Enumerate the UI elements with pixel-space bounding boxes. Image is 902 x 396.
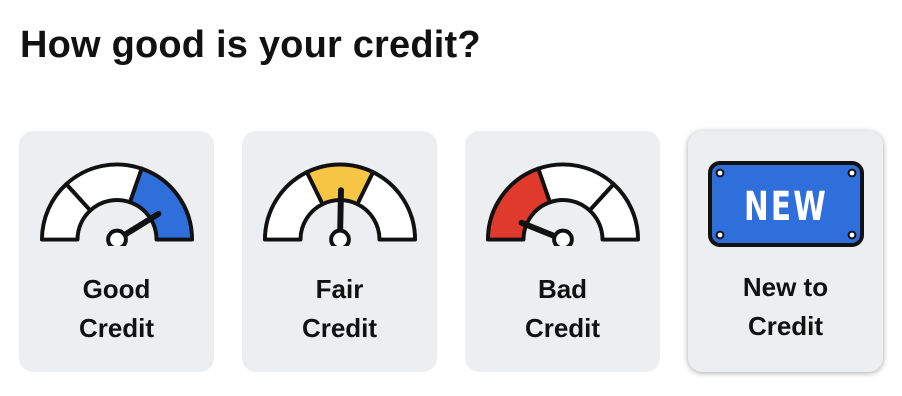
option-bad-credit[interactable]: Bad Credit [465, 131, 660, 372]
option-label-line1: Fair [315, 274, 364, 304]
option-label-line2: Credit [78, 313, 155, 343]
option-fair-credit[interactable]: Fair Credit [242, 131, 437, 372]
option-label-line1: Good [82, 274, 151, 304]
option-label-line1: New to [742, 272, 829, 302]
option-good-credit[interactable]: Good Credit [19, 131, 214, 372]
gauge-mid-icon [262, 162, 418, 246]
credit-options: Good Credit Fair Credit Bad Credit NEW N… [19, 131, 883, 372]
option-label-line1: Bad [537, 274, 588, 304]
gauge-low-icon [485, 162, 641, 246]
option-label-line2: Credit [747, 311, 824, 341]
option-label-line2: Credit [524, 313, 601, 343]
badge-text: NEW [744, 184, 828, 230]
option-new-to-credit[interactable]: NEW New to Credit [688, 131, 883, 372]
page-title: How good is your credit? [20, 24, 481, 66]
new-badge-icon: NEW [708, 161, 864, 247]
gauge-high-icon [39, 162, 195, 246]
option-label-line2: Credit [301, 313, 378, 343]
